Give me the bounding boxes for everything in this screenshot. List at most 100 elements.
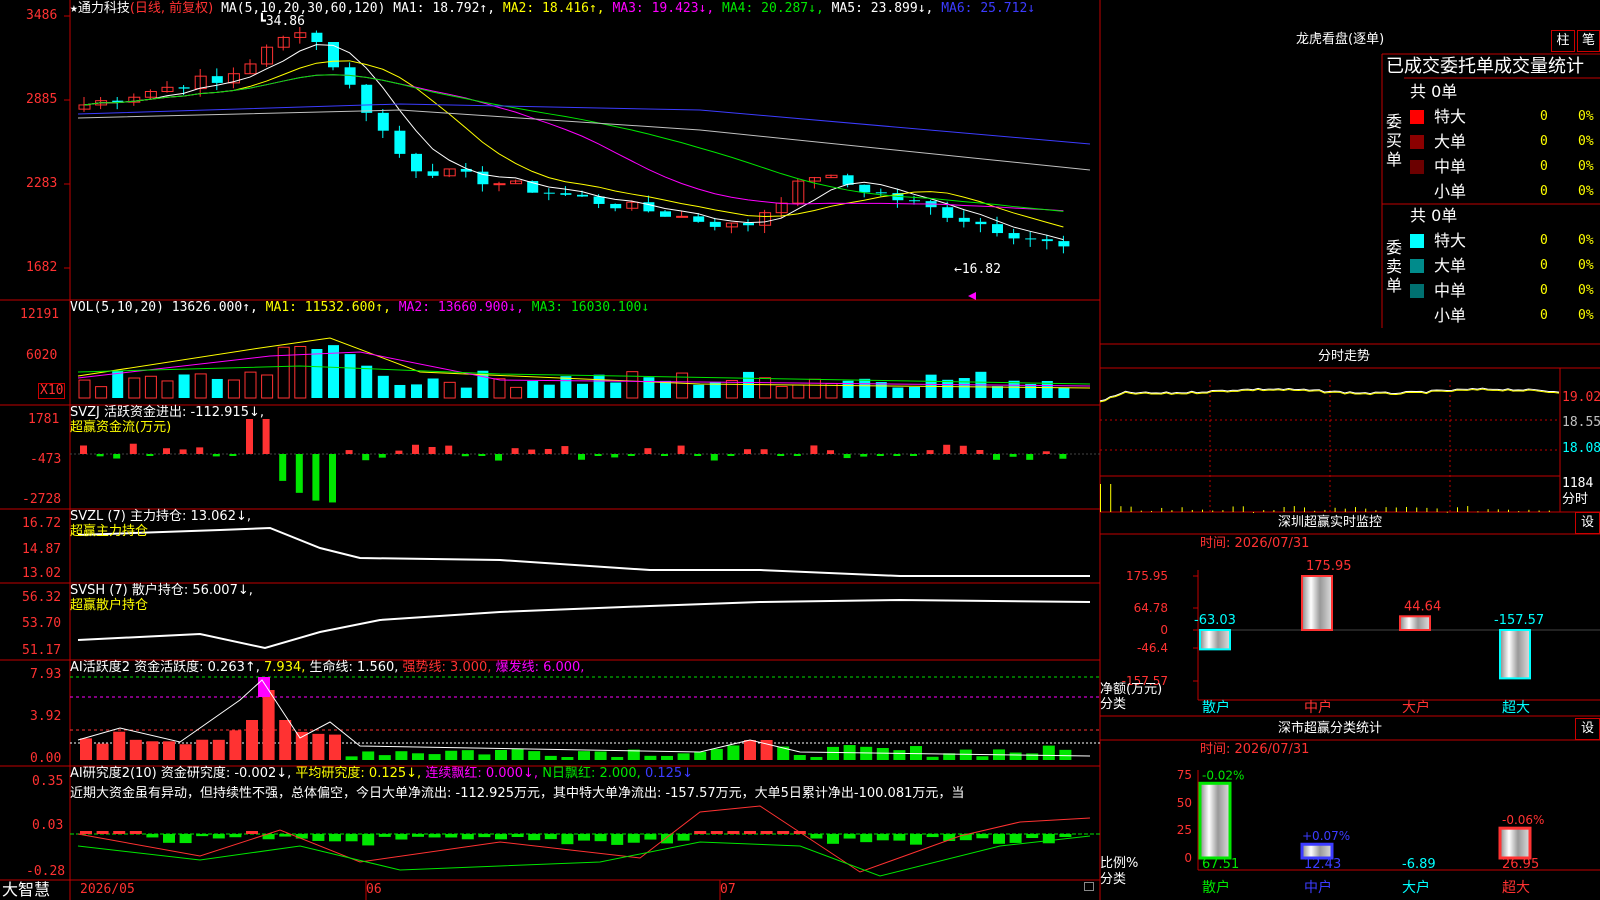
activity-bar [810,756,823,760]
monitor-title: 深圳超赢实时监控 [1278,515,1383,530]
y-tick-svzl-3: 13.02 [22,566,62,581]
stat-time: 时间: 2026/07/31 [1200,742,1310,757]
fund-flow-bar [1042,451,1050,454]
stat-y-tick: 75 [1177,768,1192,782]
stat-ylabel: 比例% [1100,856,1139,871]
stat-category-label: 大户 [1402,879,1430,896]
fenshi-volume-bar [1538,510,1540,512]
candle-body [743,223,754,226]
monitor-bar-大户 [1399,615,1431,631]
candle-body [1008,233,1020,239]
research-bar [644,834,657,840]
volume-bar [377,375,389,398]
volume-bar [361,365,373,398]
ma30-line [83,74,1064,212]
sell-row-count: 0 [1540,308,1548,323]
fund-flow-bar [345,450,353,454]
y-tick-svzj-3: -2728 [22,492,62,507]
y-tick-ai2-1: 0.35 [32,774,64,789]
candle-body [377,112,389,131]
candle-body [1058,241,1070,247]
vol-header: VOL(5,10,20) 13626.000↑, MA1: 11532.600↑… [70,300,650,315]
fenshi-volume-bar [1120,506,1122,512]
activity-bar [827,746,839,760]
volume-bar [244,371,257,399]
fenshi-volume-bar [1151,510,1152,512]
stat-title: 深市超赢分类统计 [1278,721,1383,736]
monitor-bar-label: 44.64 [1404,599,1441,614]
volume-bar [510,386,523,399]
sell-side-label: 委卖单 [1386,238,1403,295]
monitor-settings-button[interactable]: 设 [1575,512,1600,534]
stock-name[interactable]: 通力科技 [78,1,130,16]
fenshi-volume-bar [1304,507,1305,512]
fenshi-volume-bar [1242,506,1244,512]
volume-bar [892,387,904,398]
activity-bar [561,756,574,760]
ai2-comment: 近期大资金虽有异动，但持续性不强，总体偏空，今日大单净流出: -112.925万… [70,786,965,801]
brand-logo[interactable]: 大智慧 [2,881,50,899]
fund-flow-bar [146,454,154,456]
fund-flow-bar [860,454,868,457]
y-tick-svsh-2: 53.70 [22,616,62,631]
lock-icon[interactable] [1084,882,1094,891]
monitor-category-label: 超大 [1502,700,1530,716]
research-bar [113,831,126,834]
fund-flow-bar [544,448,552,454]
research-bar [163,834,175,843]
stat-delta-label: +0.07% [1302,829,1350,843]
fund-flow-bar [943,444,951,454]
fund-flow-bar [262,419,270,454]
activity-bar [179,744,192,760]
activity-bar [677,753,690,760]
research-bar [578,834,590,841]
x-date-2: 06 [366,882,382,897]
stat-settings-button[interactable]: 设 [1575,718,1600,740]
vol-unit-badge[interactable]: X10 [38,383,66,399]
activity-bar [262,690,275,760]
monitor-bar-label: -63.03 [1194,613,1236,628]
chart-mode[interactable]: (日线, 前复权) [130,1,213,16]
fund-flow-bar [329,454,336,503]
retail-holding-line [77,598,1091,650]
volume-bar [543,384,555,398]
buy-row-color-swatch [1410,160,1424,174]
fund-flow-bar [876,454,884,456]
fund-flow-bar [627,454,635,456]
candle-body [660,211,671,217]
volume-bar [1025,383,1037,398]
y-tick-ai1-1: 7.93 [30,667,62,682]
activity-bar [246,720,258,760]
fund-flow-bar [163,448,170,454]
favorite-star-icon[interactable]: ★ [70,1,78,16]
fenshi-volume-bar [1100,484,1101,512]
monitor-y-tick: 175.95 [1126,569,1168,583]
stat-value-label: 26.95 [1502,857,1539,872]
monitor-xlabel: 分类 [1100,697,1127,712]
bar-view-button[interactable]: 柱 [1551,30,1575,52]
activity-bar [710,748,723,760]
candle-body [975,221,987,225]
fund-flow-bar [710,454,718,461]
y-tick-main-3: 2283 [26,176,58,191]
research-bar [1042,834,1055,844]
volume-bar [942,379,954,398]
volume-bar [311,348,323,398]
candle-body [361,84,373,113]
fenshi-volume-bar [1222,510,1224,512]
research-bar [511,834,524,838]
sell-total: 共 0单 [1410,206,1458,225]
sell-row-count: 0 [1540,283,1548,298]
research-bar [1009,834,1022,843]
sell-row-label: 中单 [1434,281,1467,300]
low-price-mark: ←16.82 [954,262,1001,277]
research-bar [827,834,839,844]
stock-chart-canvas[interactable]: 175.95 64.78 0 -46.4 -157.57 -63.03 散户 175.95 中户… [0,0,1600,900]
tick-view-button[interactable]: 笔 [1577,30,1600,52]
activity-bar [345,756,358,760]
svzj-sub: 超赢资金流(万元) [70,420,172,435]
fund-flow-bar [229,454,237,456]
sell-row-count: 0 [1540,258,1548,273]
activity-bar [478,754,491,760]
research-bar [495,834,507,840]
